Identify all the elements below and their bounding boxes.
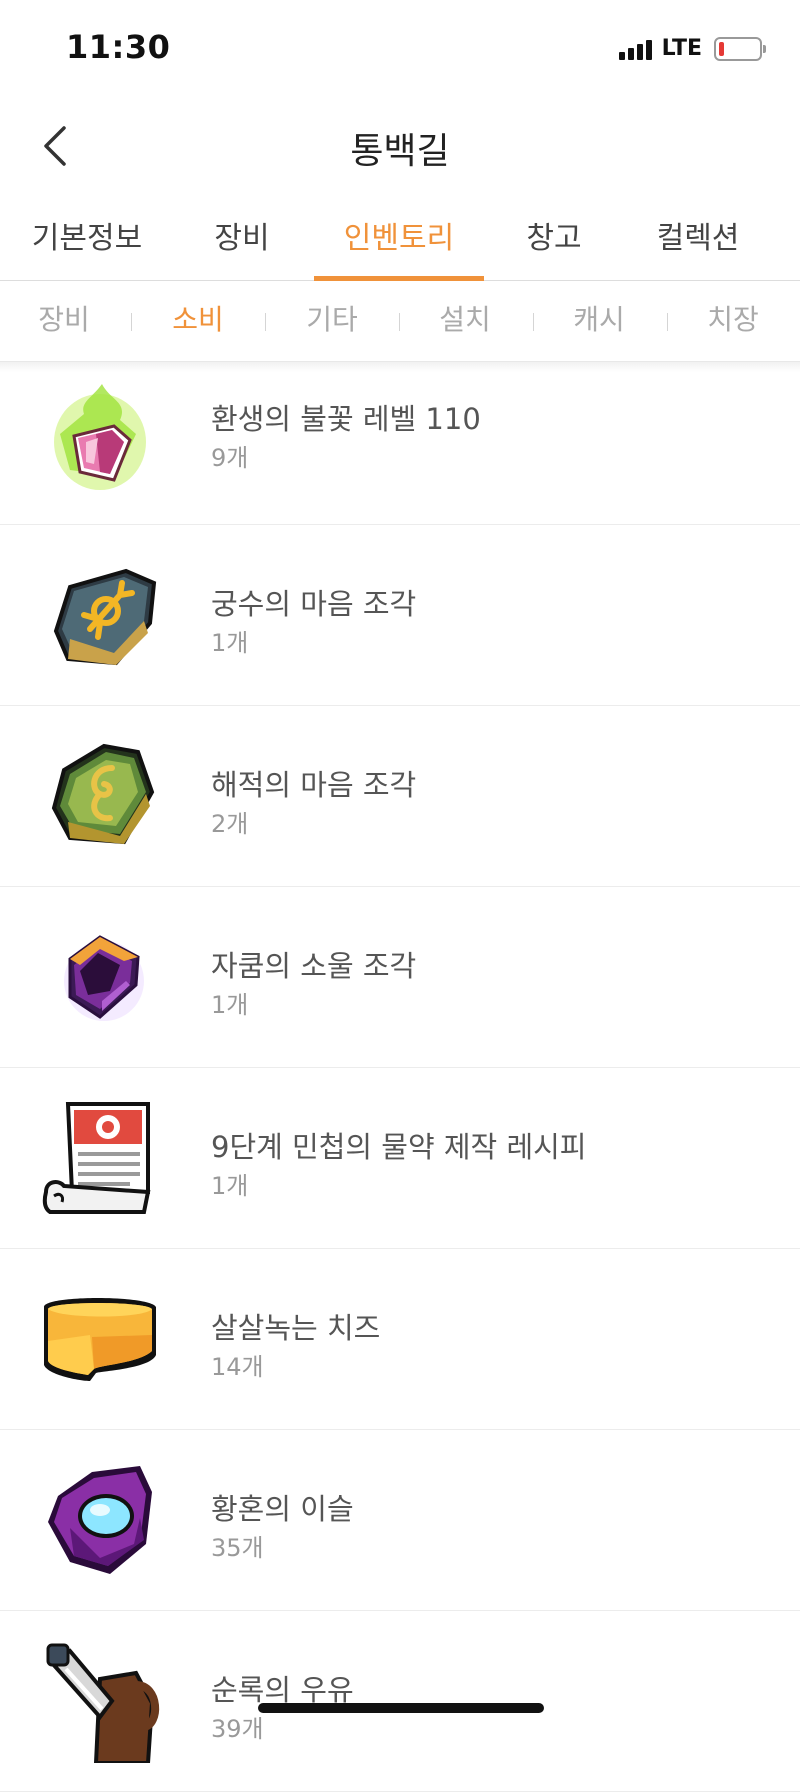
tab-collection[interactable]: 컬렉션: [613, 200, 783, 280]
item-count: 39개: [211, 1715, 264, 1743]
item-name: 9단계 민첩의 물약 제작 레시피: [211, 1130, 587, 1164]
subtab-cash[interactable]: 캐시: [539, 281, 659, 361]
tab-inventory[interactable]: 인벤토리: [314, 200, 484, 281]
twilight-dew-icon: [48, 1466, 152, 1574]
subtab-equip[interactable]: 장비: [4, 281, 124, 361]
item-name: 해적의 마음 조각: [211, 768, 417, 802]
item-count: 1개: [211, 629, 249, 657]
page-title: 통백길: [350, 131, 450, 172]
status-time: 11:30: [66, 28, 171, 66]
list-item[interactable]: 살살녹는 치즈 14개: [0, 1249, 800, 1430]
list-item[interactable]: 자쿰의 소울 조각 1개: [0, 887, 800, 1068]
item-count: 9개: [211, 444, 249, 472]
item-name: 살살녹는 치즈: [211, 1311, 381, 1345]
navigation-bar: 통백길: [0, 100, 800, 190]
list-item[interactable]: 황혼의 이슬 35개: [0, 1430, 800, 1611]
sub-tab-bar: 장비 소비 기타 설치 캐시 치장: [0, 281, 800, 362]
subtab-consume[interactable]: 소비: [138, 281, 258, 361]
item-name: 자쿰의 소울 조각: [211, 949, 417, 983]
home-indicator[interactable]: [258, 1703, 544, 1713]
divider: [131, 313, 132, 331]
cheese-icon: [44, 1298, 156, 1381]
item-count: 14개: [211, 1353, 264, 1381]
list-shadow: [0, 362, 800, 372]
item-count: 35개: [211, 1534, 264, 1562]
rebirth-flame-icon: [54, 384, 146, 490]
status-indicators: LTE: [618, 36, 766, 61]
zakum-soul-shard-icon: [64, 935, 144, 1021]
item-count: 1개: [211, 1172, 249, 1200]
inventory-list: 환생의 불꽃 레벨 110 9개 궁수의 마음 조각 1개 해적의 마음 조각 …: [0, 372, 800, 1792]
item-name: 황혼의 이슬: [211, 1492, 354, 1526]
item-count: 1개: [211, 991, 249, 1019]
battery-icon: [714, 36, 766, 61]
subtab-decoration[interactable]: 치장: [673, 281, 793, 361]
subtab-etc[interactable]: 기타: [272, 281, 392, 361]
main-tab-bar: 기본정보 장비 인벤토리 창고 컬렉션: [0, 200, 800, 281]
bowman-heart-fragment-icon: [53, 568, 157, 666]
item-name: 궁수의 마음 조각: [211, 587, 417, 621]
pirate-heart-fragment-icon: [51, 743, 155, 845]
divider: [399, 313, 400, 331]
list-item[interactable]: 환생의 불꽃 레벨 110 9개: [0, 372, 800, 525]
subtab-install[interactable]: 설치: [405, 281, 525, 361]
item-count: 2개: [211, 810, 249, 838]
signal-icon: [618, 38, 652, 60]
reindeer-milk-icon: [46, 1643, 160, 1763]
network-label: LTE: [661, 36, 702, 61]
divider: [533, 313, 534, 331]
divider: [667, 313, 668, 331]
item-name: 환생의 불꽃 레벨 110: [211, 402, 481, 436]
list-item[interactable]: 순록의 우유 39개: [0, 1611, 800, 1792]
tab-basic-info[interactable]: 기본정보: [2, 200, 172, 280]
recipe-scroll-icon: [42, 1102, 151, 1214]
list-item[interactable]: 9단계 민첩의 물약 제작 레시피 1개: [0, 1068, 800, 1249]
status-bar: 11:30 LTE: [0, 0, 800, 100]
list-item[interactable]: 해적의 마음 조각 2개: [0, 706, 800, 887]
list-item[interactable]: 궁수의 마음 조각 1개: [0, 525, 800, 706]
tab-equipment[interactable]: 장비: [157, 200, 327, 280]
divider: [265, 313, 266, 331]
